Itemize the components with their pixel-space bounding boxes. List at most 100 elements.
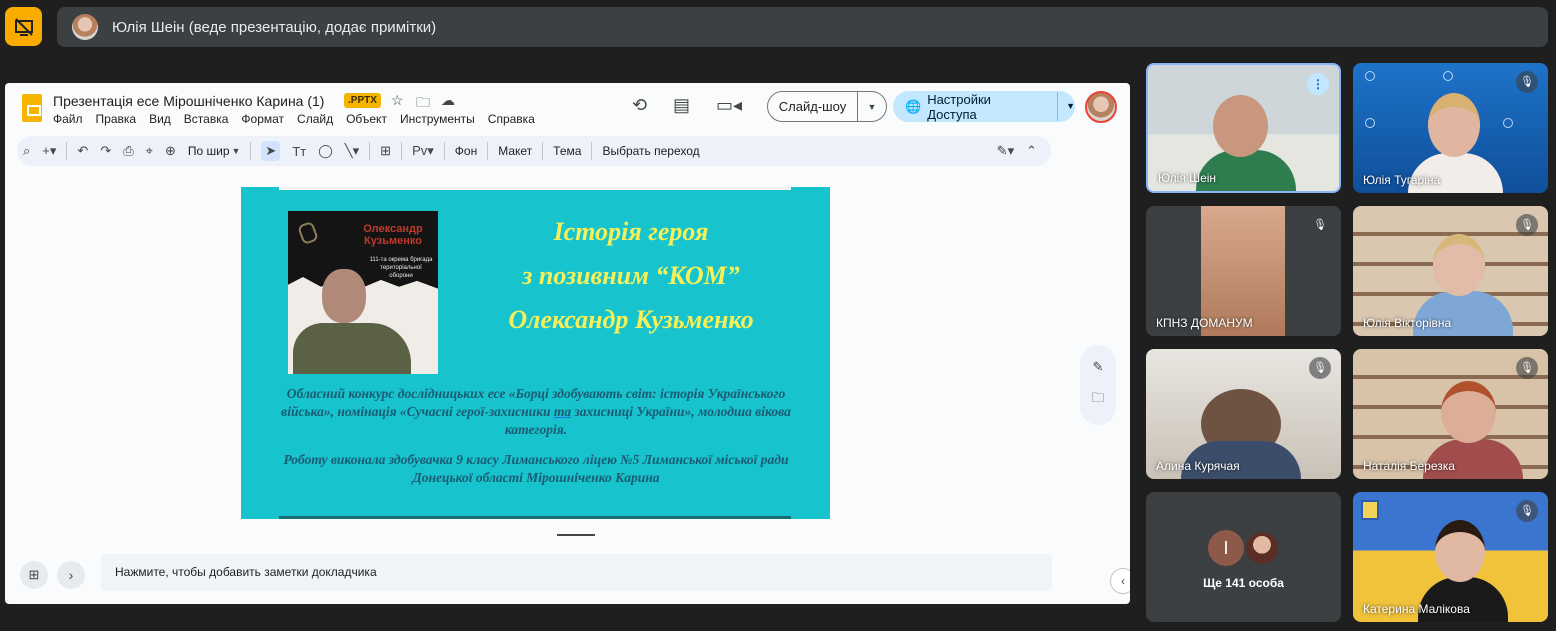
- menu-edit[interactable]: Правка: [96, 112, 137, 126]
- participant-name: Юлія Тугаріна: [1363, 173, 1441, 187]
- slide-body-paragraph-1: Обласний конкурс дослідницьких есе «Борц…: [261, 385, 811, 439]
- participant-avatar: [1244, 530, 1280, 566]
- chevron-down-icon[interactable]: ▼: [858, 102, 886, 112]
- grid-icon: ⊞: [28, 567, 40, 582]
- line-icon[interactable]: ╲▾: [345, 143, 359, 159]
- participant-name: Юлія Шеін: [1158, 171, 1217, 185]
- history-icon[interactable]: ⟲: [632, 95, 647, 116]
- grid-view-button[interactable]: ⊞: [20, 561, 48, 589]
- participant-tile[interactable]: ⋮ Юлія Шеін: [1146, 63, 1341, 193]
- share-button[interactable]: 🌐 Настройки Доступа ▼: [893, 91, 1075, 122]
- zoom-select[interactable]: По шир: [188, 144, 230, 158]
- print-icon[interactable]: ⎙: [123, 143, 133, 159]
- redo-icon[interactable]: ↷: [100, 143, 111, 159]
- comments-icon[interactable]: ▤: [673, 95, 690, 116]
- layout-button[interactable]: Макет: [498, 144, 532, 158]
- slideshow-label: Слайд-шоу: [768, 92, 858, 121]
- menu-bar: Файл Правка Вид Вставка Формат Слайд Объ…: [53, 112, 548, 126]
- menu-format[interactable]: Формат: [241, 112, 284, 126]
- speaker-notes-field[interactable]: Нажмите, чтобы добавить заметки докладчи…: [101, 554, 1052, 591]
- avatar: [72, 14, 98, 40]
- slide-body-paragraph-2: Роботу виконала здобувачка 9 класу Лиман…: [283, 452, 789, 485]
- photo-name: Олександр Кузьменко: [363, 223, 423, 247]
- comment-add-icon[interactable]: ⊞: [380, 143, 391, 159]
- input-tools-icon[interactable]: Pv▾: [412, 143, 434, 159]
- participant-tile[interactable]: 🎙︎ КПНЗ ДОМАНУМ: [1146, 206, 1341, 336]
- more-participants-tile[interactable]: І Ще 141 особа: [1146, 492, 1341, 622]
- side-panel: ✎ 🗀: [1080, 345, 1116, 425]
- filmstrip-scroll-handle[interactable]: [557, 534, 595, 536]
- globe-icon: 🌐: [905, 98, 922, 114]
- presenter-banner-text: Юлія Шеін (веде презентацію, додає примі…: [112, 18, 437, 36]
- keep-icon[interactable]: ✎: [1080, 359, 1116, 375]
- meet-window: Юлія Шеін (веде презентацію, додає примі…: [0, 0, 1556, 631]
- dog-tag-icon: [297, 220, 319, 246]
- show-filmstrip-button[interactable]: ›: [57, 561, 85, 589]
- shape-icon[interactable]: ◯: [318, 143, 333, 159]
- mic-off-icon: 🎙︎: [1516, 500, 1538, 522]
- chevron-down-icon[interactable]: ▼: [232, 146, 241, 156]
- participant-face: [1441, 381, 1496, 443]
- zoom-icon[interactable]: ⊕: [165, 143, 176, 159]
- spellcheck-word: та: [553, 404, 572, 419]
- participant-face: [1428, 93, 1480, 157]
- soldier-body: [293, 323, 411, 374]
- theme-button[interactable]: Тема: [553, 144, 581, 158]
- meet-camera-icon[interactable]: ▭◂: [716, 95, 742, 116]
- menu-object[interactable]: Объект: [346, 112, 387, 126]
- chevron-down-icon[interactable]: ▼: [1057, 92, 1075, 121]
- toolbar: ⌕ +▾ ↶ ↷ ⎙ ⌖ ⊕ По шир ▼ ➤ Tт ◯ ╲▾ ⊞ Pv▾ …: [17, 136, 1051, 166]
- mic-off-icon: 🎙︎: [1516, 357, 1538, 379]
- collapse-side-panel-button[interactable]: ‹: [1110, 568, 1130, 594]
- divider: [250, 142, 252, 160]
- slides-logo-icon[interactable]: [22, 94, 42, 122]
- divider: [591, 142, 593, 160]
- participant-name: КПНЗ ДОМАНУМ: [1156, 316, 1253, 330]
- share-label: Настройки Доступа: [927, 91, 991, 122]
- text-box-icon[interactable]: Tт: [292, 144, 306, 159]
- participant-tile[interactable]: 🎙︎ Алина Курячая: [1146, 349, 1341, 479]
- menu-tools[interactable]: Инструменты: [400, 112, 475, 126]
- file-format-badge: .PPTX: [344, 93, 381, 108]
- divider: [487, 142, 489, 160]
- mic-off-icon: 🎙︎: [1309, 357, 1331, 379]
- presenter-banner: Юлія Шеін (веде презентацію, додає примі…: [57, 7, 1548, 47]
- undo-icon[interactable]: ↶: [77, 143, 88, 159]
- select-cursor-icon[interactable]: ➤: [261, 141, 281, 161]
- mic-off-icon: 🎙︎: [1516, 71, 1538, 93]
- logo-icon: [1503, 118, 1513, 128]
- chevron-up-icon[interactable]: ⌃: [1026, 143, 1037, 159]
- participant-tile[interactable]: 🎙︎ Наталія Березка: [1353, 349, 1548, 479]
- participant-tile[interactable]: 🎙︎ Юлія Тугаріна: [1353, 63, 1548, 193]
- participant-name: Катерина Малікова: [1363, 602, 1470, 616]
- slide-title-line-2: з позивним “КОМ”: [522, 261, 740, 290]
- participant-tile[interactable]: 🎙︎ Юлія Вікторівна: [1353, 206, 1548, 336]
- participant-avatar: І: [1208, 530, 1244, 566]
- participant-tile[interactable]: 🎙︎ Катерина Малікова: [1353, 492, 1548, 622]
- slide-canvas[interactable]: Олександр Кузьменко 111-та окрема бригад…: [241, 187, 830, 519]
- more-participants-count: Ще 141 особа: [1203, 576, 1284, 590]
- background-button[interactable]: Фон: [455, 144, 477, 158]
- document-title[interactable]: Презентація есе Мірошніченко Карина (1): [53, 93, 324, 109]
- menu-file[interactable]: Файл: [53, 112, 83, 126]
- menu-slide[interactable]: Слайд: [297, 112, 333, 126]
- transition-button[interactable]: Выбрать переход: [602, 144, 699, 158]
- slideshow-button[interactable]: Слайд-шоу ▼: [767, 91, 887, 122]
- slide-bottom-line: [279, 516, 791, 519]
- participant-face: [1433, 234, 1485, 296]
- new-slide-icon[interactable]: +▾: [42, 143, 56, 159]
- menu-insert[interactable]: Вставка: [184, 112, 229, 126]
- search-menus-icon[interactable]: ⌕: [23, 143, 30, 159]
- pen-tool-icon[interactable]: ✎▾: [997, 143, 1014, 159]
- stop-presenting-button[interactable]: [5, 7, 42, 46]
- account-avatar[interactable]: [1085, 91, 1117, 123]
- paint-format-icon[interactable]: ⌖: [146, 143, 153, 159]
- participant-name: Наталія Березка: [1363, 459, 1455, 473]
- menu-view[interactable]: Вид: [149, 112, 171, 126]
- menu-help[interactable]: Справка: [488, 112, 535, 126]
- divider: [369, 142, 371, 160]
- cloud-status-icon[interactable]: ☁: [441, 92, 455, 109]
- folder-icon[interactable]: 🗀: [1080, 389, 1116, 411]
- participant-name: Юлія Вікторівна: [1363, 316, 1452, 330]
- star-icon[interactable]: ☆: [391, 92, 404, 109]
